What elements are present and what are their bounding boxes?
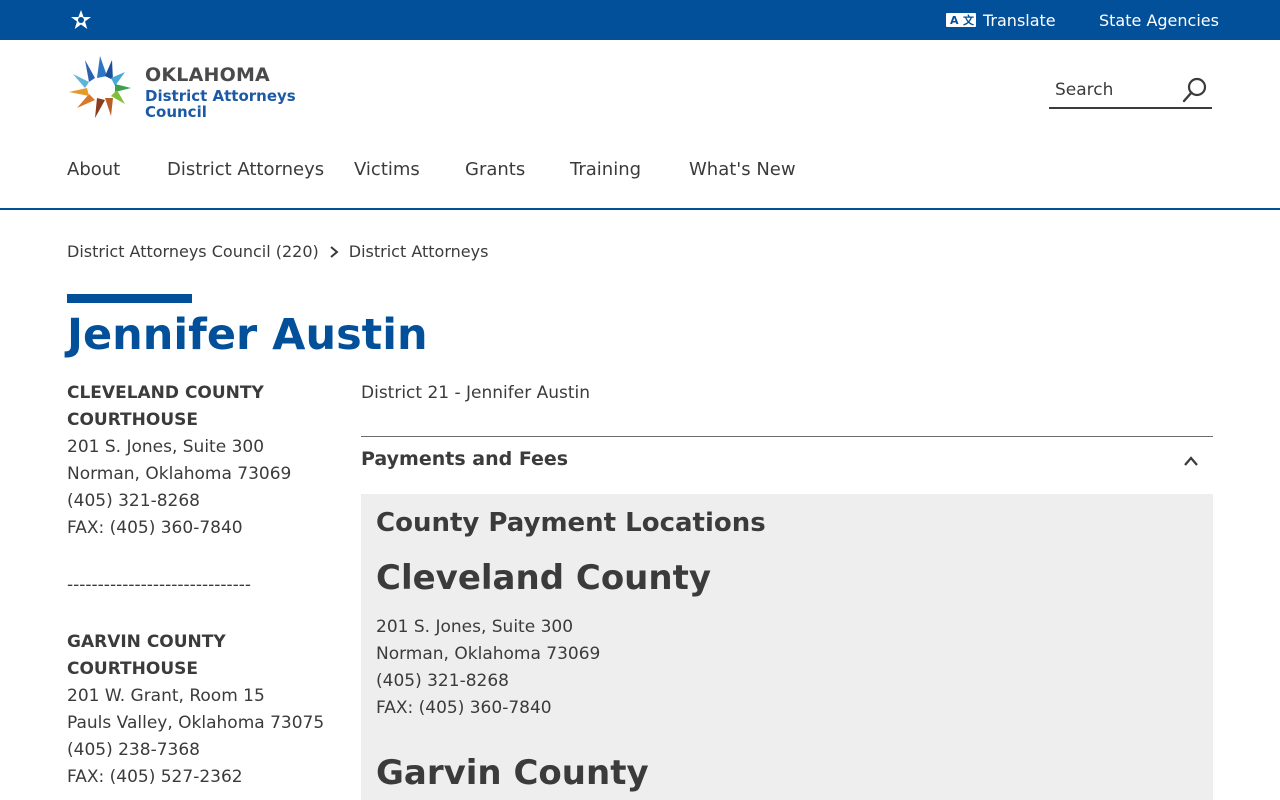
site-search	[1049, 72, 1212, 109]
county-heading: Garvin County	[376, 753, 649, 793]
top-utility-bar: A 文 Translate State Agencies	[0, 0, 1280, 40]
accordion-divider	[361, 436, 1213, 437]
chevron-right-icon	[330, 245, 339, 258]
chevron-up-icon	[1184, 456, 1198, 466]
translate-label: Translate	[983, 10, 1056, 30]
county-phone: (405) 321-8268	[376, 671, 509, 691]
header-divider	[0, 208, 1280, 210]
office-contacts: CLEVELAND COUNTY COURTHOUSE 201 S. Jones…	[67, 380, 342, 791]
breadcrumb-item-district-attorneys[interactable]: District Attorneys	[349, 242, 489, 261]
district-subtitle: District 21 - Jennifer Austin	[361, 383, 591, 403]
svg-text:文: 文	[963, 13, 975, 27]
accordion-panel: County Payment Locations Cleveland Count…	[361, 494, 1213, 800]
search-icon[interactable]	[1181, 76, 1209, 104]
breadcrumb-item-council[interactable]: District Attorneys Council (220)	[67, 242, 319, 261]
office-address: 201 S. Jones, Suite 300	[67, 437, 265, 457]
county-heading: Cleveland County	[376, 558, 712, 598]
svg-text:A: A	[950, 14, 959, 27]
nav-item-training[interactable]: Training	[570, 159, 641, 180]
logo-line-3: Council	[145, 103, 207, 121]
nav-item-victims[interactable]: Victims	[354, 159, 420, 180]
office-fax: FAX: (405) 527-2362	[67, 767, 243, 787]
office-address: 201 W. Grant, Room 15	[67, 686, 265, 706]
site-logo[interactable]: OKLAHOMA District Attorneys Council	[67, 54, 307, 122]
county-address-block: 201 S. Jones, Suite 300 Norman, Oklahoma…	[376, 614, 600, 722]
main-navigation: About District Attorneys Victims Grants …	[0, 150, 1280, 190]
office-phone: (405) 321-8268	[67, 491, 200, 511]
accordion-label: Payments and Fees	[361, 448, 569, 470]
translate-icon: A 文	[946, 13, 976, 27]
nav-item-district-attorneys[interactable]: District Attorneys	[167, 159, 324, 180]
page-title: Jennifer Austin	[67, 310, 428, 360]
county-address: 201 S. Jones, Suite 300	[376, 617, 574, 637]
office-heading: GARVIN COUNTY	[67, 632, 226, 652]
nav-item-whats-new[interactable]: What's New	[689, 159, 796, 180]
office-city: Pauls Valley, Oklahoma 73075	[67, 713, 325, 733]
county-city: Norman, Oklahoma 73069	[376, 644, 601, 664]
office-heading-line-2: COURTHOUSE	[67, 659, 198, 679]
logo-line-1: OKLAHOMA	[145, 64, 270, 86]
breadcrumb: District Attorneys Council (220) Distric…	[67, 242, 488, 261]
panel-title: County Payment Locations	[376, 508, 766, 538]
state-agencies-label: State Agencies	[1099, 10, 1219, 30]
nav-item-grants[interactable]: Grants	[465, 159, 525, 180]
office-block: CLEVELAND COUNTY COURTHOUSE 201 S. Jones…	[67, 380, 342, 542]
office-phone: (405) 238-7368	[67, 740, 200, 760]
title-accent-bar	[67, 294, 192, 303]
nav-item-about[interactable]: About	[67, 159, 120, 180]
office-city: Norman, Oklahoma 73069	[67, 464, 292, 484]
logo-mark-icon	[69, 56, 131, 118]
county-fax: FAX: (405) 360-7840	[376, 698, 552, 718]
office-fax: FAX: (405) 360-7840	[67, 518, 243, 538]
oklahoma-star-icon[interactable]	[69, 9, 93, 31]
office-divider: ------------------------------	[67, 575, 252, 595]
accordion-payments-and-fees[interactable]: Payments and Fees	[361, 448, 1213, 476]
state-agencies-link[interactable]: State Agencies	[1099, 0, 1219, 40]
office-heading-line-2: COURTHOUSE	[67, 410, 198, 430]
search-input[interactable]	[1049, 72, 1174, 107]
office-block: GARVIN COUNTY COURTHOUSE 201 W. Grant, R…	[67, 629, 342, 791]
translate-link[interactable]: A 文 Translate	[946, 0, 1056, 40]
office-heading: CLEVELAND COUNTY	[67, 383, 264, 403]
